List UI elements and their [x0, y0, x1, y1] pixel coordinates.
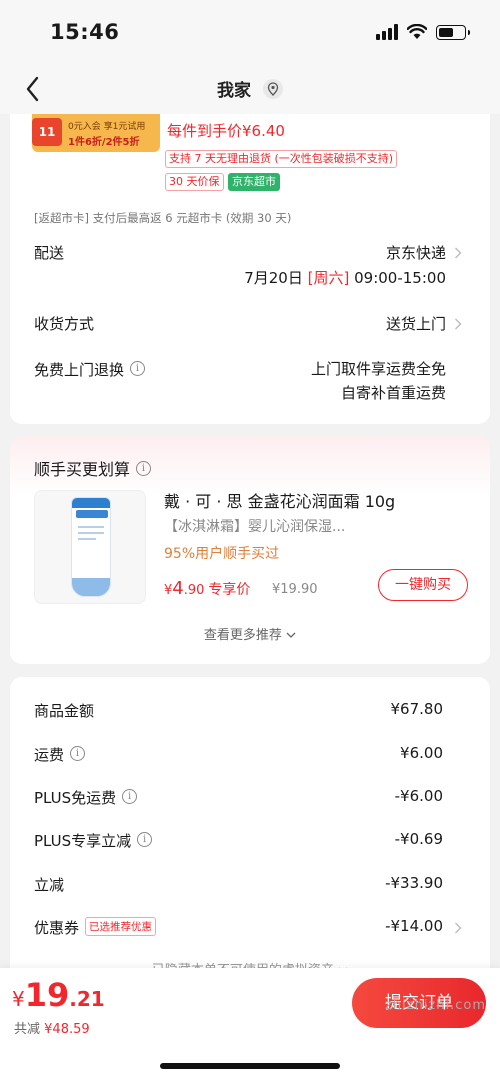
free-return-label: 免费上门退换 [34, 361, 125, 379]
summary-row-plus-discount: PLUS专享立减 i [34, 830, 153, 851]
home-indicator [160, 1063, 340, 1069]
status-icons [376, 24, 470, 40]
one-click-buy-button[interactable]: 一键购买 [378, 569, 468, 601]
nav-title-group[interactable]: 我家 [0, 76, 500, 101]
chevron-down-icon [286, 632, 296, 638]
free-return-line1: 上门取件享运费全免 [310, 360, 446, 378]
price-dec: .90 [183, 583, 205, 598]
more-recommend-link[interactable]: 查看更多推荐 [10, 624, 490, 643]
promo-line2: 1件6折/2件5折 [68, 137, 140, 148]
info-icon[interactable]: i [130, 361, 146, 376]
wifi-icon [407, 24, 427, 39]
delivery-weekday: [周六] [307, 269, 350, 287]
summary-label-shipping: 运费 [34, 746, 65, 764]
order-info-card: 11 0元入会 享1元试用 1件6折/2件5折 每件到手价¥6.40 支持 7 … [10, 114, 490, 424]
info-icon[interactable]: i [70, 746, 86, 761]
summary-label-goods: 商品金额 [34, 702, 95, 720]
total-currency: ¥ [12, 987, 25, 1011]
chevron-right-icon [455, 318, 462, 330]
free-return-row: 免费上门退换 i [34, 359, 146, 380]
rebate-note: [返超市卡] 支付后最高返 6 元超市卡 (效期 30 天) [34, 211, 292, 225]
recommend-orig-price: ¥19.90 [272, 582, 318, 597]
chevron-right-icon [455, 247, 462, 259]
delivery-date: 7月20日 [244, 269, 303, 287]
recommend-title-row: 顺手买更划算 i [34, 456, 152, 480]
receive-label: 收货方式 [34, 315, 95, 333]
price-int: 4 [172, 578, 184, 599]
price-label: 专享价 [208, 582, 251, 598]
summary-row-coupon[interactable]: 优惠券 已选推荐优惠 [34, 917, 157, 938]
summary-row-plus-free-ship: PLUS免运费 i [34, 787, 138, 808]
recommend-product-desc: 【冰淇淋霜】婴儿沁润保湿... [164, 519, 346, 535]
summary-value-shipping: ¥6.00 [400, 744, 443, 762]
delivery-label: 配送 [34, 244, 65, 262]
product-image[interactable]: 11 0元入会 享1元试用 1件6折/2件5折 [32, 114, 160, 152]
total-saved[interactable]: 共减 ¥48.59 [14, 1018, 90, 1037]
recommend-price: ¥4.90 专享价 [164, 578, 250, 599]
summary-value-coupon[interactable]: -¥14.00 [385, 917, 443, 935]
store-tag: 京东超市 [228, 173, 280, 191]
total-amount: ¥19.21 [12, 976, 105, 1014]
summary-row-shipping: 运费 i [34, 744, 86, 765]
nav-bar: 我家 [0, 64, 500, 114]
promo-line1: 0元入会 享1元试用 [68, 122, 146, 132]
cream-tube-image [71, 497, 111, 597]
free-return-line2: 自寄补首重运费 [340, 384, 446, 402]
page-title: 我家 [217, 81, 251, 101]
battery-icon [436, 24, 470, 40]
status-bar: 15:46 [0, 0, 500, 64]
recommend-product-name[interactable]: 戴 · 可 · 思 金盏花沁润面霜 10g [164, 488, 395, 512]
receive-value[interactable]: 送货上门 [386, 313, 446, 334]
summary-label-coupon: 优惠券 [34, 919, 80, 937]
summary-value-plus-free-ship: -¥6.00 [394, 787, 443, 805]
recommend-title: 顺手买更划算 [34, 460, 131, 479]
location-pin-icon[interactable] [263, 78, 283, 99]
price-summary-card: 商品金额 ¥67.80 运费 i ¥6.00 PLUS免运费 i -¥6.00 PL… [10, 677, 490, 997]
promo-badge: 11 [32, 118, 62, 146]
summary-label-instant-discount: 立减 [34, 876, 65, 894]
delivery-time-window: 09:00-15:00 [354, 269, 446, 287]
saved-label: 共减 [14, 1022, 41, 1037]
total-dec: .21 [69, 987, 105, 1011]
status-time: 15:46 [50, 20, 120, 44]
saved-value: ¥48.59 [44, 1022, 90, 1037]
summary-value-goods: ¥67.80 [390, 700, 444, 718]
summary-value-instant-discount: -¥33.90 [385, 874, 443, 892]
return-policy-tag: 支持 7 天无理由退货 (一次性包装破损不支持) [165, 150, 398, 168]
summary-label-plus-discount: PLUS专享立减 [34, 832, 132, 850]
chevron-right-icon [455, 922, 462, 934]
recommend-product-image[interactable] [34, 490, 146, 604]
recommend-buy-rate: 95%用户顺手买过 [164, 546, 280, 562]
summary-label-plus-free-ship: PLUS免运费 [34, 789, 117, 807]
info-icon[interactable]: i [122, 789, 138, 804]
info-icon[interactable]: i [136, 461, 152, 476]
recommend-card: 顺手买更划算 i 戴 · 可 · 思 金盏花沁润面霜 10g 【冰淇淋霜】婴儿沁润… [10, 436, 490, 664]
signal-icon [376, 24, 398, 40]
delivery-schedule[interactable]: 7月20日 [周六] 09:00-15:00 [244, 267, 446, 288]
price-protect-tag: 30 天价保 [165, 173, 224, 191]
coupon-selected-tag: 已选推荐优惠 [85, 917, 157, 936]
total-int: 19 [24, 976, 70, 1014]
delivery-carrier[interactable]: 京东快递 [386, 242, 446, 263]
more-recommend-label: 查看更多推荐 [203, 628, 282, 643]
watermark: zhizhizhi.com [385, 998, 486, 1013]
info-icon[interactable]: i [137, 832, 153, 847]
unit-price: 每件到手价¥6.40 [167, 122, 285, 140]
summary-value-plus-discount: -¥0.69 [394, 830, 443, 848]
